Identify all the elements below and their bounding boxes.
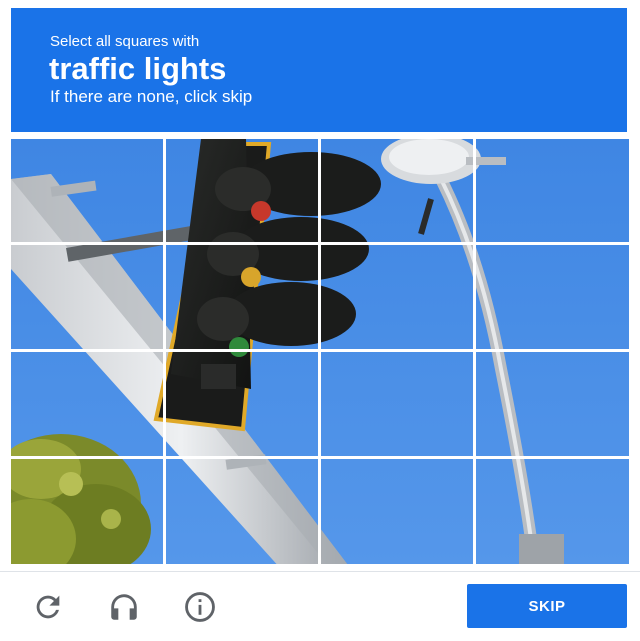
grid-tile-r2-c2[interactable] — [166, 245, 321, 352]
grid-divider — [11, 349, 629, 352]
instruction-text: Select all squares with — [50, 33, 200, 50]
grid-tile-r2-c1[interactable] — [11, 245, 166, 352]
headphones-icon — [111, 594, 137, 620]
captcha-challenge: Select all squares with traffic lights I… — [0, 0, 640, 641]
reload-icon — [36, 595, 60, 619]
audio-challenge-button[interactable] — [107, 590, 141, 624]
grid-tile-r2-c3[interactable] — [321, 245, 476, 352]
challenge-header: Select all squares with traffic lights I… — [11, 8, 627, 132]
info-button[interactable] — [183, 590, 217, 624]
grid-tile-r4-c2[interactable] — [166, 459, 321, 564]
grid-tile-r3-c1[interactable] — [11, 352, 166, 459]
grid-tile-r3-c4[interactable] — [476, 352, 629, 459]
grid-tile-r1-c1[interactable] — [11, 139, 166, 245]
image-grid — [11, 139, 629, 564]
grid-divider — [11, 242, 629, 245]
grid-divider — [11, 456, 629, 459]
info-icon — [185, 592, 215, 622]
challenge-footer: SKIP — [0, 571, 640, 641]
target-object-label: traffic lights — [49, 51, 227, 86]
grid-tile-r4-c3[interactable] — [321, 459, 476, 564]
grid-tile-r2-c4[interactable] — [476, 245, 629, 352]
grid-tile-r1-c3[interactable] — [321, 139, 476, 245]
grid-tile-r1-c4[interactable] — [476, 139, 629, 245]
grid-tile-r3-c3[interactable] — [321, 352, 476, 459]
grid-tile-r1-c2[interactable] — [166, 139, 321, 245]
skip-button[interactable]: SKIP — [467, 584, 627, 628]
grid-tile-r4-c1[interactable] — [11, 459, 166, 564]
grid-tile-r4-c4[interactable] — [476, 459, 629, 564]
reload-button[interactable] — [31, 590, 65, 624]
grid-tile-r3-c2[interactable] — [166, 352, 321, 459]
hint-text: If there are none, click skip — [50, 87, 253, 106]
